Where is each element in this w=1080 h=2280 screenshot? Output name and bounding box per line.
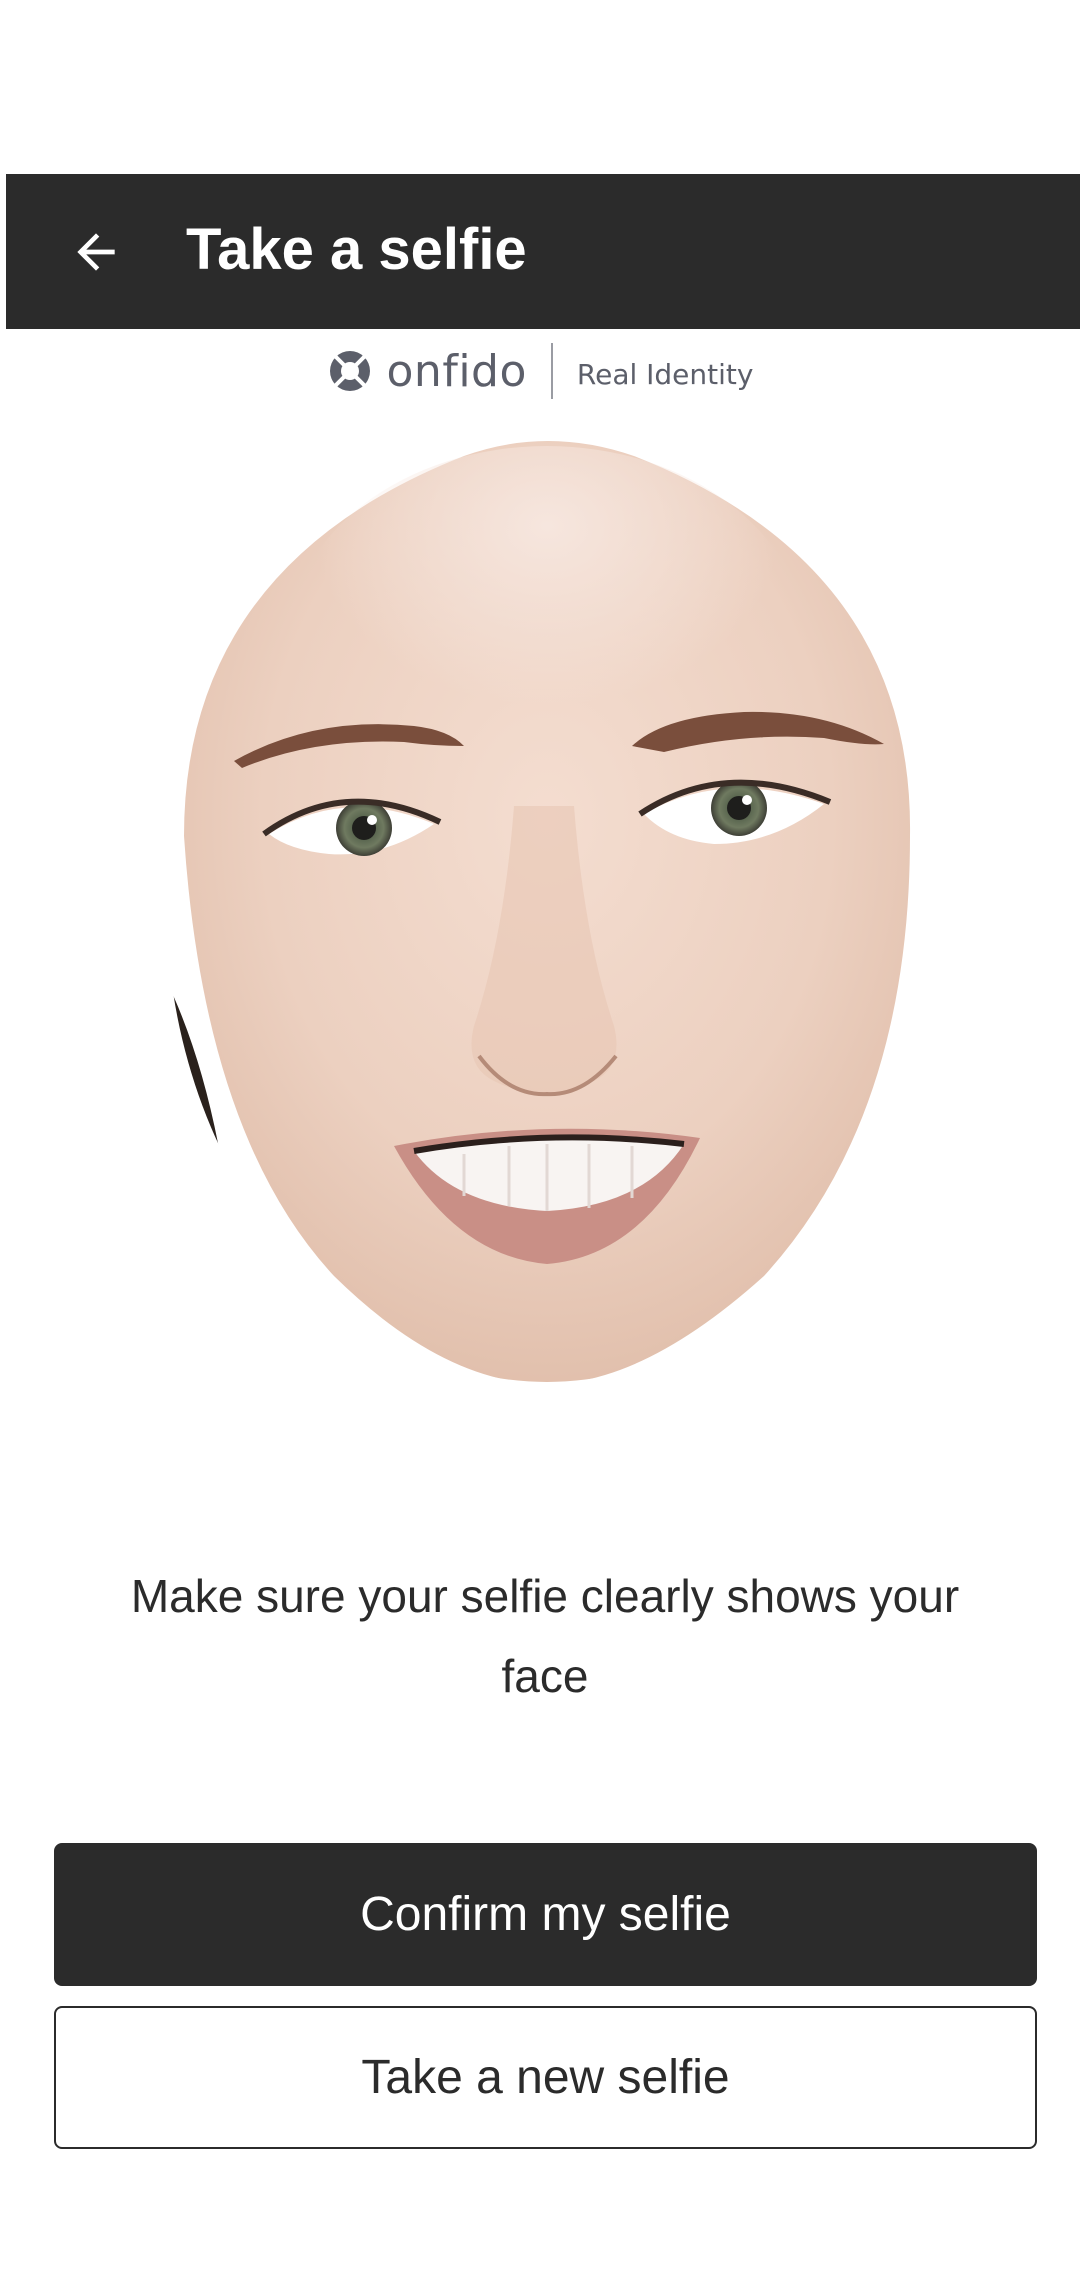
brand-tagline: Real Identity [576, 357, 754, 391]
onfido-logo-icon [329, 351, 370, 391]
confirm-selfie-button[interactable]: Confirm my selfie [54, 1843, 1037, 1986]
app-bar: Take a selfie [6, 174, 1080, 329]
back-button[interactable] [46, 202, 146, 302]
status-bar-area [0, 0, 1080, 174]
brand-divider [550, 343, 553, 399]
take-new-selfie-button[interactable]: Take a new selfie [54, 2006, 1037, 2149]
selfie-preview [164, 416, 930, 1384]
page-title: Take a selfie [186, 217, 527, 282]
onfido-wordmark: onfido [386, 345, 527, 397]
onfido-brand: onfido Real Identity [0, 336, 1080, 406]
arrow-left-icon [77, 233, 115, 271]
instruction-text: Make sure your selfie clearly shows your… [130, 1570, 960, 1702]
onfido-logo: onfido [327, 346, 527, 397]
selfie-face-image [166, 418, 928, 1382]
